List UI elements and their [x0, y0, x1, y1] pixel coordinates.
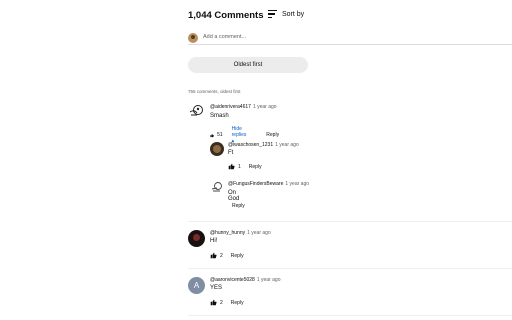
add-comment-field[interactable]: Add a comment... — [188, 32, 512, 45]
like-icon[interactable] — [210, 252, 217, 259]
reply-button[interactable]: Reply — [231, 253, 244, 259]
comment-actions: Reply — [232, 203, 245, 209]
comment-time[interactable]: 1 year ago — [247, 230, 271, 236]
like-count: 1 — [238, 163, 241, 170]
reply-button[interactable]: Reply — [249, 164, 262, 170]
commenter-avatar[interactable] — [210, 180, 224, 194]
comments-count-title: 1,044 Comments — [188, 10, 264, 21]
commenter-avatar[interactable] — [188, 103, 204, 119]
avatar-sketch-icon — [211, 182, 222, 192]
reply-button[interactable]: Reply — [231, 300, 244, 306]
avatar-letter: A — [193, 281, 200, 290]
add-comment-placeholder: Add a comment... — [203, 34, 247, 40]
comment-handle[interactable]: @FungusFindersBeware 1 year ago — [228, 181, 309, 187]
like-icon[interactable] — [228, 163, 235, 170]
comment-time[interactable]: 1 year ago — [253, 104, 277, 110]
like-icon[interactable] — [210, 299, 217, 306]
sort-by-label: Sort by — [282, 10, 305, 18]
comment-text: Hi! — [210, 238, 218, 244]
comment-text: Ft — [228, 150, 234, 156]
like-count: 2 — [220, 299, 223, 306]
sort-by-button[interactable]: Sort by — [268, 10, 304, 18]
comment-handle[interactable]: @aidenrivera4617 1 year ago — [210, 104, 277, 110]
hide-replies-label[interactable]: Hide replies — [232, 126, 247, 138]
like-icon[interactable] — [210, 132, 214, 139]
comment-handle[interactable]: @aaronvicente5028 1 year ago — [210, 277, 280, 283]
comment-text: Smash — [210, 113, 229, 119]
avatar-sketch-icon — [189, 105, 203, 116]
commenter-avatar[interactable]: A — [188, 277, 205, 294]
comment-text: On God — [228, 190, 240, 202]
divider — [188, 221, 512, 222]
handle-text[interactable]: @FungusFindersBeware — [228, 181, 283, 187]
comment-time[interactable]: 1 year ago — [275, 142, 299, 148]
comment-time[interactable]: 1 year ago — [285, 181, 309, 187]
divider — [188, 315, 512, 316]
comment-handle[interactable]: @iwaschosen_1231 1 year ago — [228, 142, 299, 148]
commenter-avatar[interactable] — [210, 142, 224, 156]
reply-button[interactable]: Reply — [232, 203, 245, 209]
handle-text[interactable]: @hunny_hunny — [210, 230, 245, 236]
comment-handle[interactable]: @hunny_hunny 1 year ago — [210, 230, 271, 236]
comment-text: YES — [210, 285, 223, 291]
reply-button[interactable]: Reply — [266, 132, 279, 138]
handle-text[interactable]: @iwaschosen_1231 — [228, 142, 273, 148]
user-avatar — [188, 33, 198, 43]
handle-text[interactable]: @aidenrivera4617 — [210, 104, 251, 110]
commenter-avatar[interactable] — [188, 230, 205, 247]
comment-actions: 2 Reply — [210, 299, 244, 306]
comment-time[interactable]: 1 year ago — [257, 277, 281, 283]
like-count: 2 — [220, 252, 223, 259]
divider — [188, 268, 512, 269]
comment-actions: 2 Reply — [210, 252, 244, 259]
sort-icon — [268, 10, 277, 18]
oldest-first-button[interactable]: Oldest first — [188, 57, 308, 73]
comment-actions: 1 Reply — [228, 163, 262, 170]
like-count: 51 — [217, 132, 223, 138]
handle-text[interactable]: @aaronvicente5028 — [210, 277, 255, 283]
comments-meta: 755 comments, oldest first — [188, 89, 241, 94]
